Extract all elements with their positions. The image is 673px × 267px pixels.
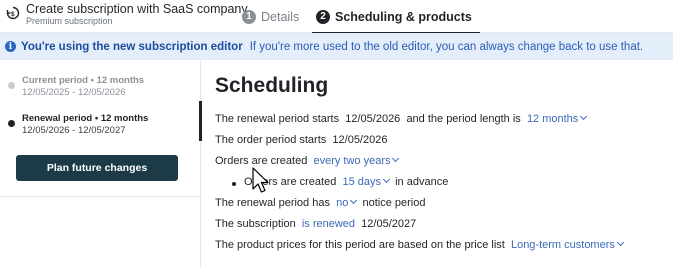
row-label: The product prices for this period are b… <box>215 239 505 251</box>
chevron-down-icon <box>382 175 391 184</box>
renewal-start-row: The renewal period starts 12/05/2026 and… <box>215 112 588 125</box>
row-label: The renewal period starts <box>215 113 340 125</box>
period-date-range: 12/05/2025 - 12/05/2026 <box>22 87 126 98</box>
scheduling-panel: Scheduling The renewal period starts 12/… <box>202 60 673 267</box>
banner-switch-link[interactable]: If you're more used to the old editor, y… <box>250 41 643 53</box>
notice-period-value: no <box>336 197 349 209</box>
notice-period-row: The renewal period has no notice period <box>215 196 426 209</box>
step-number-badge: 2 <box>316 9 330 24</box>
header-bar: $ Create subscription with SaaS company … <box>0 0 673 34</box>
row-label: Orders are created <box>244 176 337 188</box>
subscription-cycle-icon: $ <box>6 6 20 20</box>
order-start-date: 12/05/2026 <box>332 134 388 146</box>
subscription-status-row: The subscription is renewed 12/05/2027 <box>215 218 416 230</box>
orders-created-row: Orders are created every two years <box>215 154 400 167</box>
period-length-value: 12 months <box>526 113 579 125</box>
row-label: and the period length is <box>406 113 521 125</box>
period-length-dropdown[interactable]: 12 months <box>526 112 588 125</box>
chevron-down-icon <box>580 112 588 121</box>
subscription-status-link[interactable]: is renewed <box>302 218 355 230</box>
period-date-range: 12/05/2026 - 12/05/2027 <box>22 125 126 136</box>
chevron-down-icon <box>350 196 358 205</box>
order-frequency-value: every two years <box>313 155 391 167</box>
notice-period-dropdown[interactable]: no <box>336 196 358 209</box>
orders-advance-row: Orders are created 15 days in advance <box>244 175 449 188</box>
price-list-dropdown[interactable]: Long-term customers <box>510 238 624 251</box>
advance-days-value: 15 days <box>342 176 381 188</box>
order-start-row: The order period starts 12/05/2026 <box>215 134 387 146</box>
chevron-down-icon <box>616 238 624 247</box>
page-title: Create subscription with SaaS company <box>26 2 248 16</box>
row-label: The renewal period has <box>215 197 330 209</box>
tab-label: Scheduling & products <box>335 9 472 24</box>
divider <box>0 196 201 197</box>
row-label: in advance <box>395 176 449 188</box>
order-frequency-dropdown[interactable]: every two years <box>313 154 400 167</box>
subscription-end-date: 12/05/2027 <box>361 218 417 230</box>
period-title: Renewal period • 12 months <box>22 113 149 124</box>
advance-days-dropdown[interactable]: 15 days <box>342 175 391 188</box>
renewal-start-date: 12/05/2026 <box>345 113 401 125</box>
chevron-down-icon <box>392 154 400 163</box>
price-list-row: The product prices for this period are b… <box>215 238 624 251</box>
row-label: Orders are created <box>215 155 308 167</box>
banner-heading: You're using the new subscription editor <box>21 40 243 53</box>
info-icon: i <box>5 41 16 52</box>
tab-details[interactable]: 1 Details <box>242 0 299 33</box>
period-status-dot <box>8 82 15 89</box>
svg-text:$: $ <box>11 11 15 18</box>
page-subtitle: Premium subscription <box>26 16 113 26</box>
section-heading: Scheduling <box>215 74 329 97</box>
list-bullet <box>232 182 236 186</box>
period-sidebar: Current period • 12 months 12/05/2025 - … <box>0 60 202 267</box>
row-label: The subscription <box>215 218 296 230</box>
sidebar-item-current-period[interactable]: Current period • 12 months 12/05/2025 - … <box>0 67 201 105</box>
sidebar-item-renewal-period[interactable]: Renewal period • 12 months 12/05/2026 - … <box>0 105 201 143</box>
step-number-badge: 1 <box>242 9 256 24</box>
row-label: The order period starts <box>215 134 327 146</box>
row-label: notice period <box>362 197 426 209</box>
period-status-dot <box>8 120 15 127</box>
info-banner: i You're using the new subscription edit… <box>0 33 673 60</box>
tab-label: Details <box>261 9 300 24</box>
tab-scheduling-products[interactable]: 2 Scheduling & products <box>312 0 480 34</box>
price-list-value: Long-term customers <box>510 239 615 251</box>
period-title: Current period • 12 months <box>22 75 145 86</box>
plan-future-changes-button[interactable]: Plan future changes <box>16 155 178 181</box>
